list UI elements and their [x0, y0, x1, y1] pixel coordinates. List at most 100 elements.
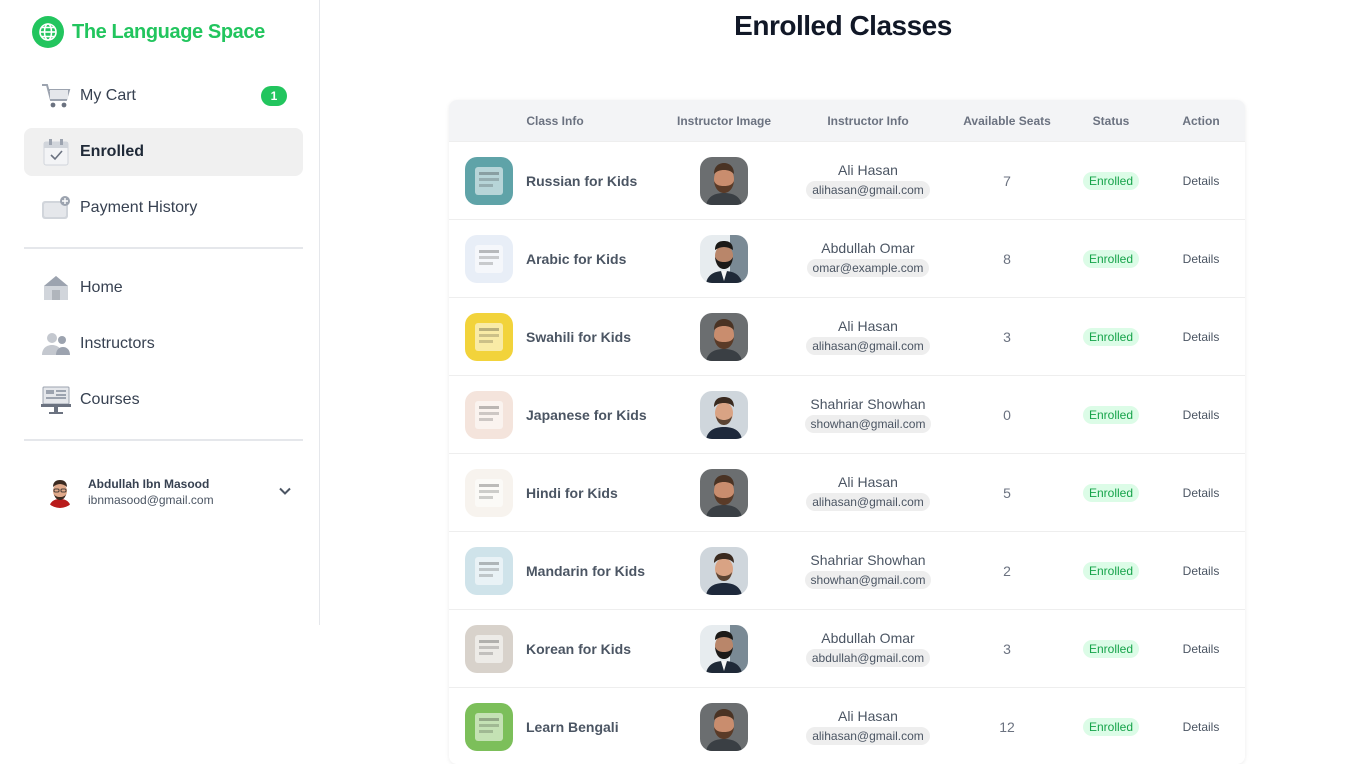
instructor-email: showhan@gmail.com — [804, 415, 932, 433]
column-header-action: Action — [1182, 113, 1220, 128]
sidebar-item-label: Home — [80, 279, 123, 296]
table-row: Russian for Kids Ali Hasan alihasan@gmai… — [449, 141, 1245, 219]
cart-icon — [40, 80, 72, 112]
available-seats: 5 — [1003, 484, 1011, 501]
status-badge: Enrolled — [1082, 405, 1140, 424]
table-row: Arabic for Kids Abdullah Omar omar@examp… — [449, 219, 1245, 297]
instructor-image — [700, 702, 748, 751]
sidebar-divider — [24, 247, 303, 249]
home-icon — [40, 272, 72, 304]
table-row: Hindi for Kids Ali Hasan alihasan@gmail.… — [449, 453, 1245, 531]
instructor-name: Shahriar Showhan — [810, 552, 926, 568]
instructor-image — [700, 312, 748, 361]
class-image — [465, 468, 513, 517]
user-menu[interactable]: Abdullah Ibn Masood ibnmasood@gmail.com — [44, 472, 302, 512]
instructor-image — [700, 390, 748, 439]
sidebar-item-label: Payment History — [80, 199, 198, 216]
class-name: Swahili for Kids — [526, 328, 632, 345]
instructor-email: alihasan@gmail.com — [806, 181, 930, 199]
wallet-icon — [40, 192, 72, 224]
instructor-image — [700, 546, 748, 595]
globe-icon — [32, 16, 64, 48]
user-name: Abdullah Ibn Masood — [88, 477, 210, 491]
details-button[interactable]: Details — [1157, 486, 1245, 500]
page-title: Enrolled Classes — [734, 10, 952, 41]
sidebar-item-payment-history[interactable]: Payment History — [24, 184, 303, 232]
available-seats: 2 — [1003, 562, 1011, 579]
status-badge: Enrolled — [1082, 717, 1140, 736]
class-name: Learn Bengali — [526, 718, 619, 735]
column-header-class-info: Class Info — [526, 113, 584, 128]
sidebar-divider — [24, 439, 303, 441]
status-badge: Enrolled — [1082, 639, 1140, 658]
class-name: Korean for Kids — [526, 640, 632, 657]
instructor-image — [700, 624, 748, 673]
instructor-email: abdullah@gmail.com — [805, 649, 931, 667]
sidebar: The Language Space My Cart 1 Enrolled Pa… — [0, 0, 320, 625]
class-image — [465, 312, 513, 361]
details-button[interactable]: Details — [1157, 174, 1245, 188]
instructor-name: Abdullah Omar — [821, 240, 915, 256]
class-image — [465, 702, 513, 751]
users-icon — [40, 328, 72, 360]
sidebar-item-label: Courses — [80, 391, 140, 408]
brand[interactable]: The Language Space — [32, 16, 265, 48]
table-row: Korean for Kids Abdullah Omar abdullah@g… — [449, 609, 1245, 687]
details-button[interactable]: Details — [1157, 642, 1245, 656]
available-seats: 0 — [1003, 406, 1011, 423]
details-button[interactable]: Details — [1157, 408, 1245, 422]
class-name: Mandarin for Kids — [526, 562, 646, 579]
status-badge: Enrolled — [1082, 483, 1140, 502]
enrolled-classes-table: Class Info Instructor Image Instructor I… — [449, 100, 1245, 764]
details-button[interactable]: Details — [1157, 330, 1245, 344]
sidebar-item-label: Enrolled — [80, 143, 145, 160]
instructor-name: Ali Hasan — [838, 708, 898, 724]
instructor-name: Shahriar Showhan — [810, 396, 926, 412]
details-button[interactable]: Details — [1157, 252, 1245, 266]
instructor-name: Abdullah Omar — [821, 630, 915, 646]
class-image — [465, 624, 513, 673]
sidebar-item-home[interactable]: Home — [24, 264, 303, 312]
instructor-email: omar@example.com — [806, 259, 930, 277]
chevron-down-icon[interactable] — [278, 484, 292, 503]
instructor-name: Ali Hasan — [838, 318, 898, 334]
status-badge: Enrolled — [1082, 171, 1140, 190]
details-button[interactable]: Details — [1157, 564, 1245, 578]
class-image — [465, 156, 513, 205]
class-name: Japanese for Kids — [526, 406, 647, 423]
instructor-name: Ali Hasan — [838, 162, 898, 178]
instructor-email: showhan@gmail.com — [804, 571, 932, 589]
instructor-email: alihasan@gmail.com — [806, 337, 930, 355]
avatar — [44, 476, 76, 508]
table-row: Japanese for Kids Shahriar Showhan showh… — [449, 375, 1245, 453]
class-image — [465, 390, 513, 439]
sidebar-item-label: My Cart — [80, 87, 136, 104]
instructor-email: alihasan@gmail.com — [806, 493, 930, 511]
instructor-name: Ali Hasan — [838, 474, 898, 490]
class-image — [465, 546, 513, 595]
details-button[interactable]: Details — [1157, 720, 1245, 734]
column-header-status: Status — [1092, 113, 1130, 128]
user-email: ibnmasood@gmail.com — [88, 493, 214, 507]
sidebar-item-enrolled[interactable]: Enrolled — [24, 128, 303, 176]
brand-name: The Language Space — [72, 20, 265, 43]
sidebar-item-my-cart[interactable]: My Cart 1 — [24, 72, 303, 120]
column-header-instructor-info: Instructor Info — [827, 113, 909, 128]
instructor-image — [700, 234, 748, 283]
sidebar-item-courses[interactable]: Courses — [24, 376, 303, 424]
available-seats: 8 — [1003, 250, 1011, 267]
sidebar-item-instructors[interactable]: Instructors — [24, 320, 303, 368]
status-badge: Enrolled — [1082, 327, 1140, 346]
table-row: Swahili for Kids Ali Hasan alihasan@gmai… — [449, 297, 1245, 375]
column-header-instructor-image: Instructor Image — [676, 113, 772, 128]
table-row: Learn Bengali Ali Hasan alihasan@gmail.c… — [449, 687, 1245, 764]
available-seats: 3 — [1003, 328, 1011, 345]
calendar-check-icon — [40, 136, 72, 168]
class-image — [465, 234, 513, 283]
table-row: Mandarin for Kids Shahriar Showhan showh… — [449, 531, 1245, 609]
table-header: Class Info Instructor Image Instructor I… — [449, 100, 1245, 141]
column-header-available-seats: Available Seats — [963, 113, 1051, 128]
available-seats: 12 — [999, 718, 1015, 735]
available-seats: 3 — [1003, 640, 1011, 657]
class-name: Arabic for Kids — [526, 250, 627, 267]
